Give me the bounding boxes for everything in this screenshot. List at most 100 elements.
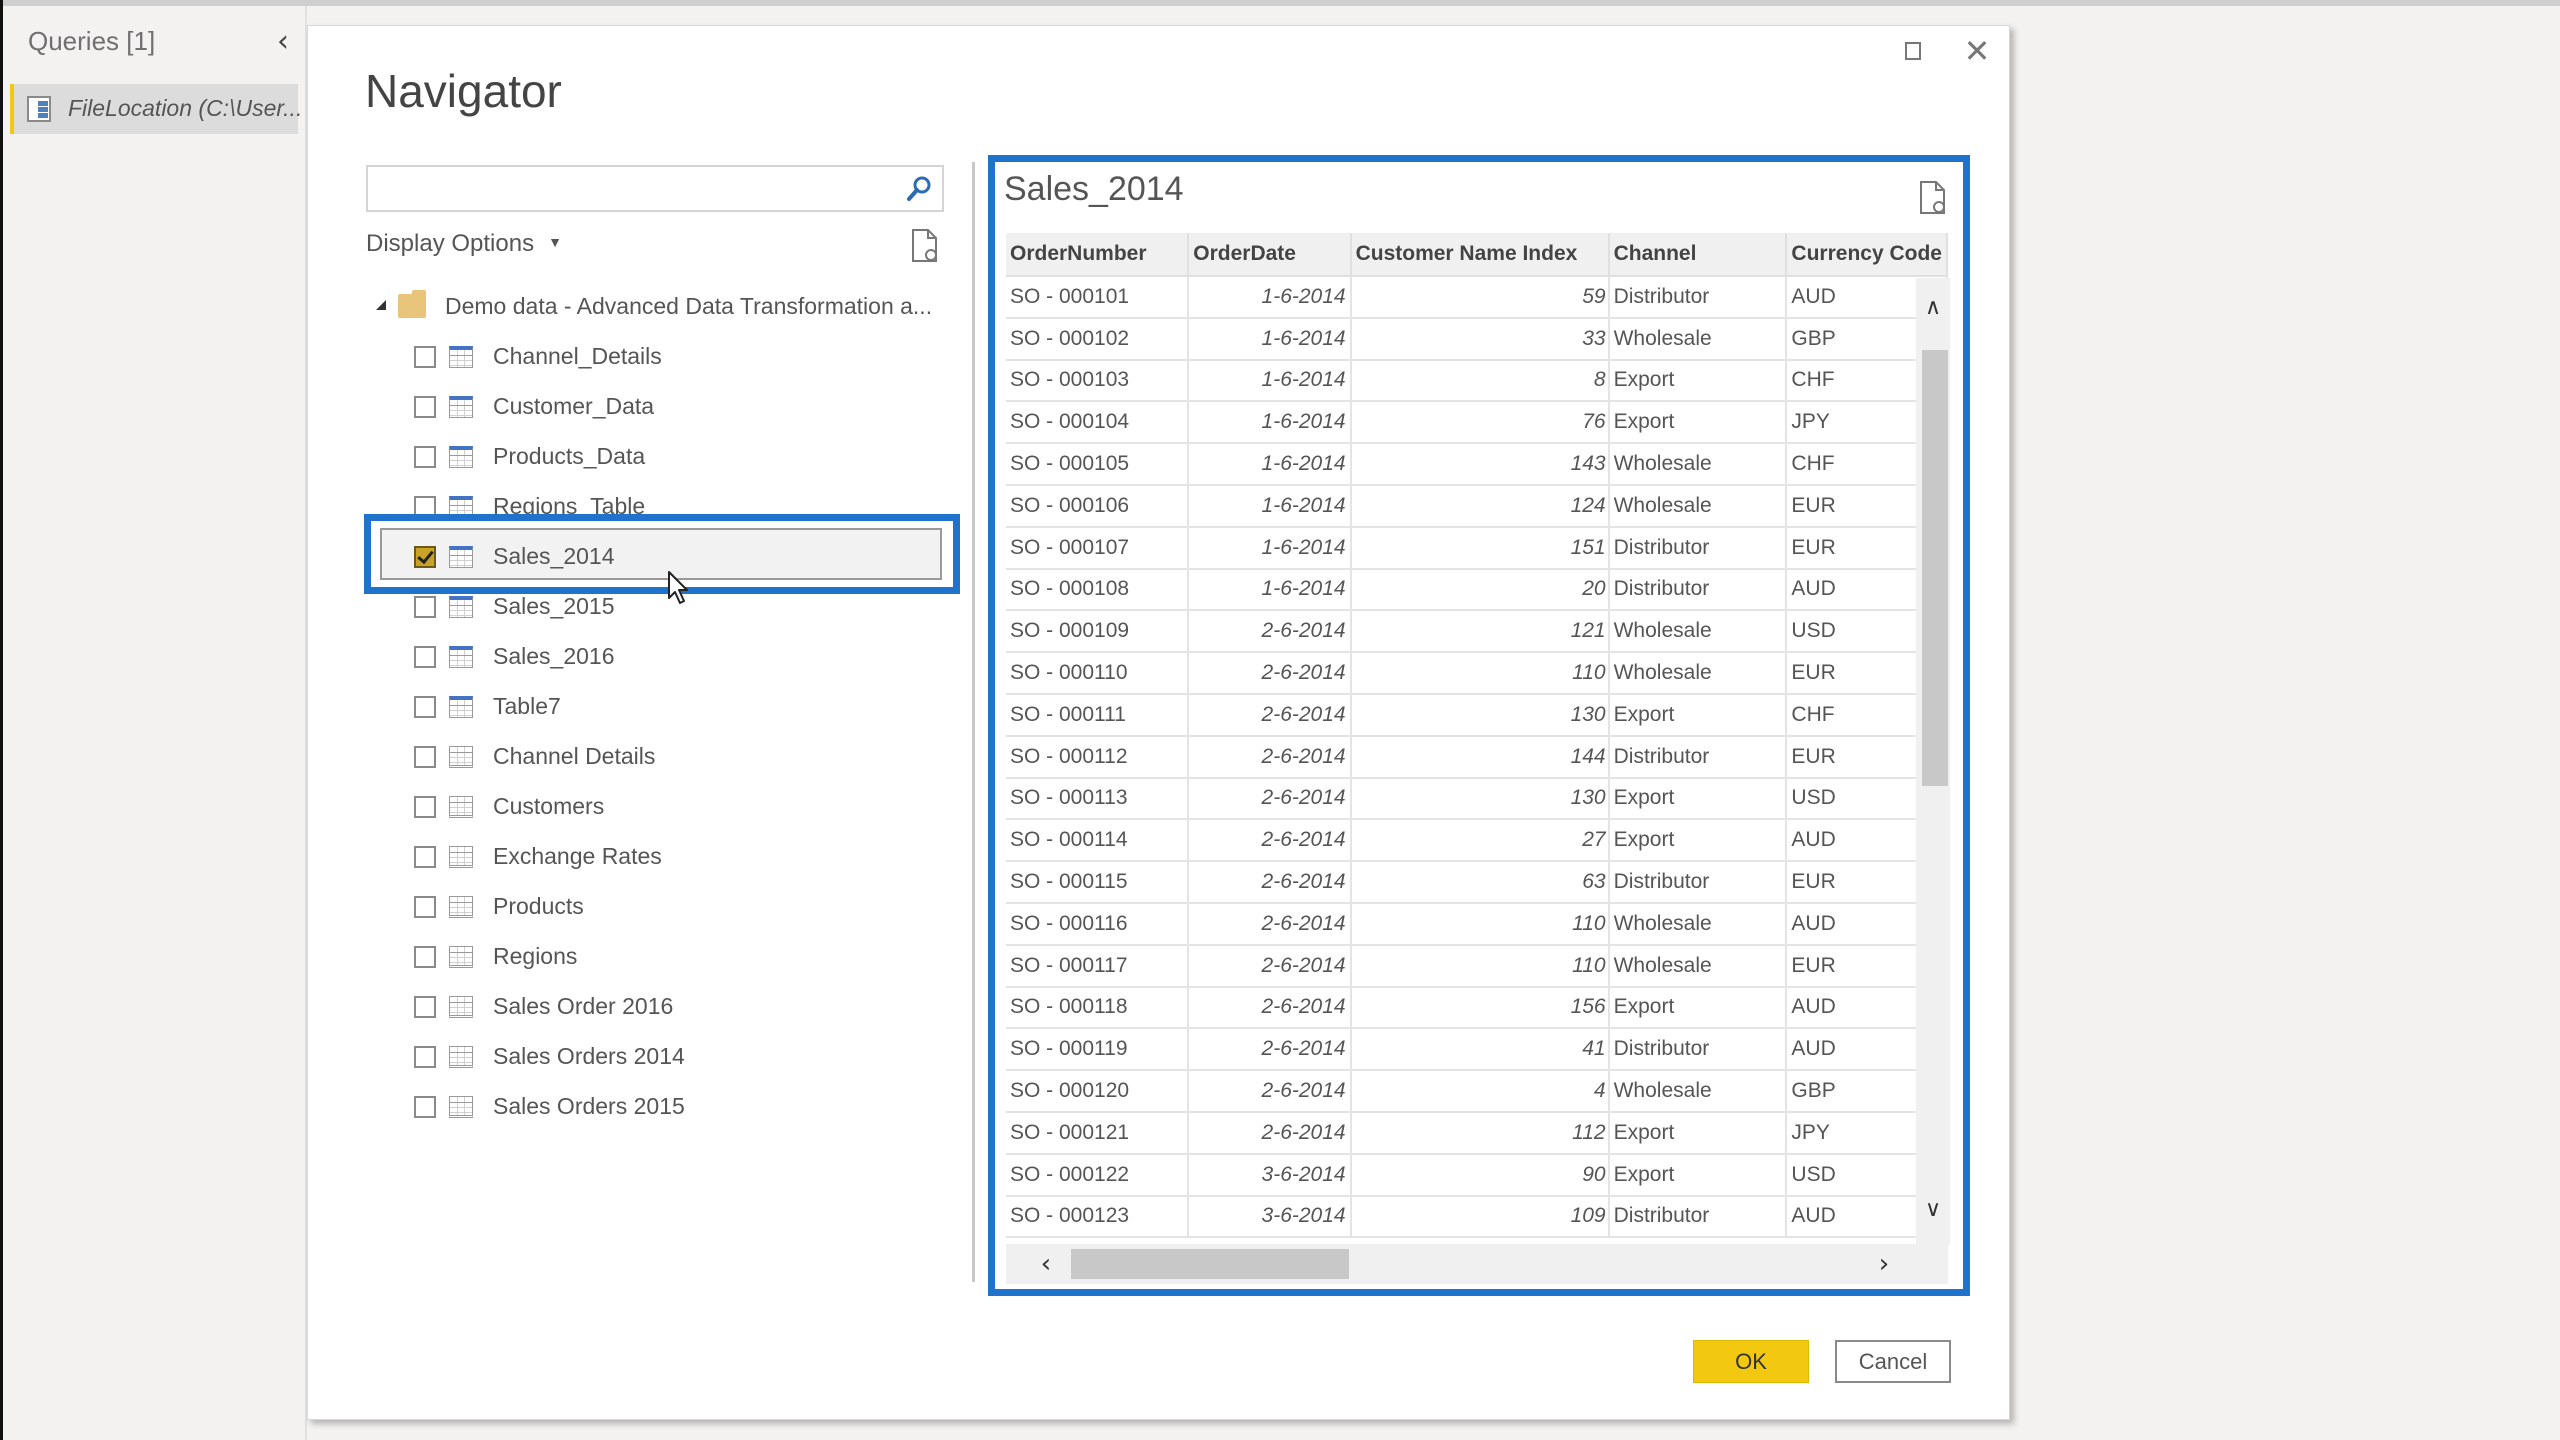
tree-item-label[interactable]: Sales_2014 [493,543,615,570]
tree-item[interactable]: Sales_2014 [366,536,936,580]
checkbox[interactable] [414,1096,436,1118]
table-cell: 124 [1350,484,1610,528]
checkbox[interactable] [414,496,436,518]
scroll-right-icon[interactable]: › [1864,1244,1904,1284]
table-cell: SO - 000102 [1006,317,1190,361]
sheet-icon [449,996,473,1018]
table-cell: 2-6-2014 [1188,944,1352,988]
table-icon [449,346,473,368]
checkbox[interactable] [414,896,436,918]
expand-collapse-icon[interactable] [376,300,386,310]
table-cell: Export [1608,401,1788,445]
tree-item-label[interactable]: Sales Orders 2014 [493,1043,685,1070]
tree-item-label[interactable]: Products [493,893,584,920]
checkbox[interactable] [414,646,436,668]
tree-item-label[interactable]: Channel_Details [493,343,662,370]
vertical-scroll-thumb[interactable] [1922,350,1948,786]
caret-down-icon: ▼ [548,234,562,250]
tree-item-label[interactable]: Customer_Data [493,393,654,420]
checkbox[interactable] [414,996,436,1018]
tree-item-label[interactable]: Regions [493,943,577,970]
display-options-dropdown[interactable]: Display Options ▼ [366,230,562,258]
tree-item-label[interactable]: Products_Data [493,443,645,470]
tree-item[interactable]: Sales Orders 2014 [366,1036,936,1080]
column-header[interactable]: OrderNumber [1006,233,1190,277]
tree-item[interactable]: Products [366,886,936,930]
horizontal-scroll-thumb[interactable] [1071,1249,1349,1279]
tree-item-label[interactable]: Sales Order 2016 [493,993,673,1020]
refresh-preview-button[interactable] [1918,180,1948,220]
tree-item[interactable]: Sales_2015 [366,586,936,630]
tree-item[interactable]: Channel_Details [366,336,936,380]
horizontal-scrollbar[interactable]: ‹ › [1006,1244,1948,1284]
selected-indicator [10,84,14,134]
table-cell: Wholesale [1608,317,1788,361]
ok-button[interactable]: OK [1693,1340,1809,1383]
tree-item-label[interactable]: Sales Orders 2015 [493,1093,685,1120]
checkbox[interactable] [414,946,436,968]
tree-item-label[interactable]: Customers [493,793,604,820]
query-item-filelocation[interactable]: FileLocation (C:\User... [10,84,302,134]
checkbox[interactable] [414,396,436,418]
tree-item-label[interactable]: Sales_2015 [493,593,615,620]
sheet-icon [449,896,473,918]
tree-item[interactable]: Regions [366,936,936,980]
sheet-icon [449,796,473,818]
table-cell: 109 [1350,1195,1610,1239]
search-input[interactable] [374,171,878,207]
checkbox[interactable] [414,746,436,768]
tree-item[interactable]: Regions_Table [366,486,936,530]
tree-item[interactable]: Customer_Data [366,386,936,430]
tree-item-label[interactable]: Regions_Table [493,493,645,520]
checkbox[interactable] [414,846,436,868]
tree-item[interactable]: Sales Order 2016 [366,986,936,1030]
column-header[interactable]: Currency Code [1786,233,1948,277]
checkbox[interactable] [414,546,436,568]
checkbox[interactable] [414,346,436,368]
tree-item[interactable]: Exchange Rates [366,836,936,880]
cancel-button[interactable]: Cancel [1835,1340,1951,1383]
close-button[interactable]: ✕ [1960,34,1994,68]
collapse-queries-button[interactable]: ‹ [268,22,298,62]
tree-item-label[interactable]: Channel Details [493,743,655,770]
tree-item[interactable]: Customers [366,786,936,830]
table-cell: 1-6-2014 [1188,401,1352,445]
tree-item[interactable]: Products_Data [366,436,936,480]
checkbox[interactable] [414,596,436,618]
column-header[interactable]: Channel [1608,233,1788,277]
tree-folder-demo-data[interactable]: Demo data - Advanced Data Transformation… [366,286,946,330]
scroll-down-icon[interactable]: ∨ [1916,1190,1950,1230]
search-field[interactable] [366,165,944,212]
table-cell: 2-6-2014 [1188,1111,1352,1155]
maximize-button[interactable] [1900,38,1926,64]
table-cell: SO - 000109 [1006,610,1190,654]
tree-item-label[interactable]: Sales_2016 [493,643,615,670]
refresh-list-button[interactable] [910,228,940,268]
checkbox[interactable] [414,696,436,718]
tree-item[interactable]: Sales Orders 2015 [366,1086,936,1130]
table-icon [449,546,473,568]
checkbox[interactable] [414,446,436,468]
table-cell: 41 [1350,1028,1610,1072]
vertical-scrollbar[interactable]: ∧ ∨ [1916,278,1950,1245]
column-header[interactable]: Customer Name Index [1350,233,1610,277]
tree-item-label[interactable]: Table7 [493,693,561,720]
pane-splitter[interactable] [972,162,975,1282]
table-cell: SO - 000123 [1006,1195,1190,1239]
scroll-left-icon[interactable]: ‹ [1026,1244,1066,1284]
table-cell: SO - 000119 [1006,1028,1190,1072]
table-row: SO - 000113 2-6-2014 130 Export USD [1006,777,1948,821]
table-cell: Wholesale [1608,610,1788,654]
tree-item[interactable]: Sales_2016 [366,636,936,680]
column-header[interactable]: OrderDate [1188,233,1352,277]
table-cell: Distributor [1608,1195,1788,1239]
checkbox[interactable] [414,1046,436,1068]
tree-item-label[interactable]: Exchange Rates [493,843,662,870]
table-cell: Distributor [1608,568,1788,612]
table-row: SO - 000107 1-6-2014 151 Distributor EUR [1006,526,1948,570]
checkbox[interactable] [414,796,436,818]
tree-item[interactable]: Channel Details [366,736,936,780]
tree-item[interactable]: Table7 [366,686,936,730]
scroll-up-icon[interactable]: ∧ [1916,288,1950,328]
search-icon[interactable] [904,174,934,204]
